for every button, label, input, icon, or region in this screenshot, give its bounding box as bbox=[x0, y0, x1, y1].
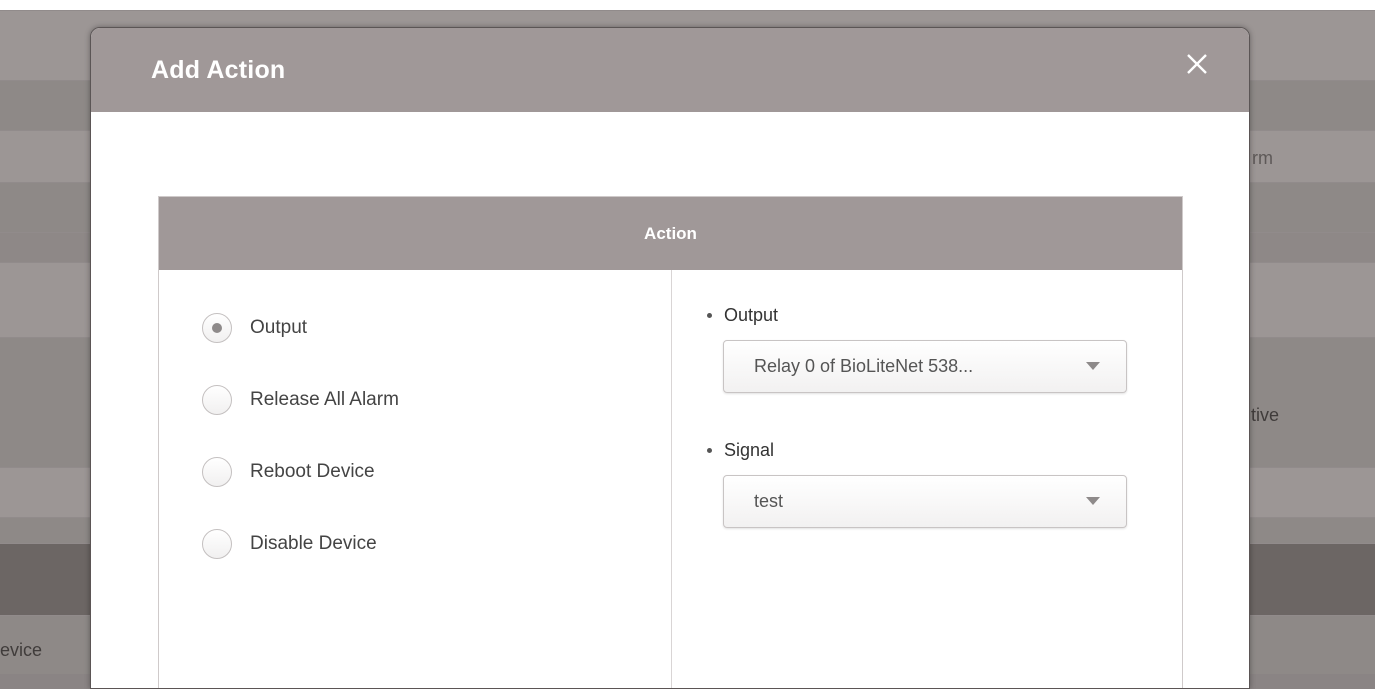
signal-select[interactable]: test bbox=[723, 475, 1127, 528]
radio-button-checked[interactable] bbox=[202, 313, 232, 343]
background-text-fragment: evice bbox=[0, 640, 43, 660]
background-top-strip bbox=[0, 0, 1375, 10]
action-panel-title: Action bbox=[644, 223, 697, 243]
dialog-header: Add Action bbox=[91, 28, 1249, 112]
panel-divider bbox=[671, 270, 672, 688]
radio-option-release-all-alarm[interactable]: Release All Alarm bbox=[202, 382, 399, 418]
action-panel: Action Output Release All Alarm Reboot D… bbox=[158, 196, 1183, 688]
output-label: Output bbox=[707, 305, 1127, 326]
radio-button[interactable] bbox=[202, 457, 232, 487]
radio-option-reboot-device[interactable]: Reboot Device bbox=[202, 454, 399, 490]
background-text-fragment: tive bbox=[1251, 405, 1280, 425]
chevron-down-icon bbox=[1086, 362, 1100, 370]
dialog-title: Add Action bbox=[151, 56, 286, 84]
chevron-down-icon bbox=[1086, 497, 1100, 505]
radio-label: Reboot Device bbox=[250, 461, 375, 482]
radio-label: Release All Alarm bbox=[250, 389, 399, 410]
action-type-radio-group: Output Release All Alarm Reboot Device D… bbox=[202, 310, 399, 598]
background-text-fragment: rm bbox=[1252, 148, 1273, 168]
output-select-value: Relay 0 of BioLiteNet 538... bbox=[754, 356, 974, 376]
close-icon[interactable] bbox=[1183, 50, 1211, 78]
radio-button[interactable] bbox=[202, 529, 232, 559]
signal-field: Signal test bbox=[707, 440, 1127, 528]
output-select[interactable]: Relay 0 of BioLiteNet 538... bbox=[723, 340, 1127, 393]
radio-option-disable-device[interactable]: Disable Device bbox=[202, 526, 399, 562]
radio-label: Output bbox=[250, 317, 308, 338]
signal-label: Signal bbox=[707, 440, 1127, 461]
action-panel-header: Action bbox=[159, 197, 1182, 270]
bullet-icon bbox=[707, 313, 712, 318]
radio-label: Disable Device bbox=[250, 533, 377, 554]
radio-option-output[interactable]: Output bbox=[202, 310, 399, 346]
output-field: Output Relay 0 of BioLiteNet 538... bbox=[707, 305, 1127, 393]
add-action-dialog: Add Action Action Output Release All Ala… bbox=[90, 27, 1250, 689]
radio-button[interactable] bbox=[202, 385, 232, 415]
signal-select-value: test bbox=[754, 491, 784, 511]
bullet-icon bbox=[707, 448, 712, 453]
